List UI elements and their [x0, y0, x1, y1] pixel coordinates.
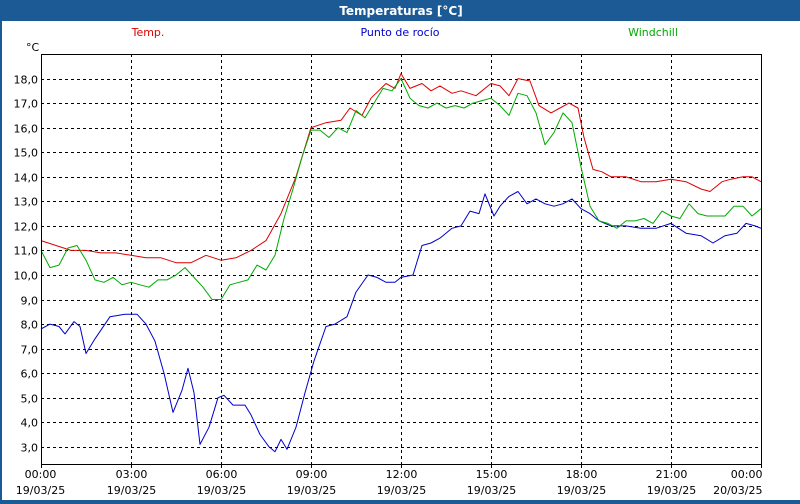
y-tick-label: 14,0 [14, 172, 39, 185]
x-tick-time: 21:00 [656, 468, 688, 481]
x-tick-time: 03:00 [116, 468, 148, 481]
y-tick-label: 16,0 [14, 123, 39, 136]
y-tick-label: 18,0 [14, 74, 39, 87]
y-tick-label: 9,0 [21, 295, 39, 308]
x-tick-date: 20/03/25 [713, 484, 762, 497]
line-chart: °C 18,0 17,0 16,0 15,0 14,0 13,0 12,0 11,0 10,0 9… [14, 26, 763, 497]
x-tick-time: 12:00 [386, 468, 418, 481]
y-axis: °C 18,0 17,0 16,0 15,0 14,0 13,0 12,0 11,0 10,0 9… [14, 41, 40, 455]
y-tick-label: 4,0 [21, 417, 39, 430]
y-tick-label: 17,0 [14, 98, 39, 111]
x-tick-date: 19/03/25 [16, 484, 65, 497]
legend: Temp. Punto de rocío Windchill [131, 26, 678, 39]
chart-canvas: °C 18,0 17,0 16,0 15,0 14,0 13,0 12,0 11,0 10,0 9… [2, 21, 800, 500]
y-tick-label: 13,0 [14, 196, 39, 209]
x-axis: 00:00 19/03/25 03:00 19/03/25 06:00 19/03/25 0… [16, 464, 763, 497]
legend-label: Temp. [131, 26, 165, 39]
chart-title: Temperaturas [°C] [1, 1, 800, 21]
y-tick-label: 7,0 [21, 344, 39, 357]
x-tick-date: 19/03/25 [197, 484, 246, 497]
x-tick-time: 15:00 [476, 468, 508, 481]
x-tick-date: 19/03/25 [467, 484, 516, 497]
x-tick-time: 00:00 [731, 468, 763, 481]
legend-label: Punto de rocío [360, 26, 439, 39]
series-lines [40, 73, 762, 453]
y-tick-label: 15,0 [14, 147, 39, 160]
x-tick-date: 19/03/25 [107, 484, 156, 497]
grid-lines [41, 54, 761, 464]
y-tick-label: 8,0 [21, 319, 39, 332]
x-tick-date: 19/03/25 [377, 484, 426, 497]
x-tick-time: 09:00 [296, 468, 328, 481]
y-tick-label: 10,0 [14, 270, 39, 283]
y-tick-label: 6,0 [21, 368, 39, 381]
x-tick-time: 06:00 [206, 468, 238, 481]
y-tick-label: 3,0 [21, 442, 39, 455]
y-tick-label: 12,0 [14, 221, 39, 234]
x-tick-date: 19/03/25 [557, 484, 606, 497]
x-tick-time: 00:00 [25, 468, 57, 481]
y-tick-label: 5,0 [21, 393, 39, 406]
x-tick-date: 19/03/25 [647, 484, 696, 497]
y-axis-unit-label: °C [26, 41, 40, 54]
y-tick-label: 11,0 [14, 245, 39, 258]
x-tick-date: 19/03/25 [287, 484, 336, 497]
legend-label: Windchill [628, 26, 678, 39]
x-tick-time: 18:00 [566, 468, 598, 481]
chart-window: Temperaturas [°C] °C 18,0 17,0 16,0 15,0 14,… [0, 0, 800, 500]
